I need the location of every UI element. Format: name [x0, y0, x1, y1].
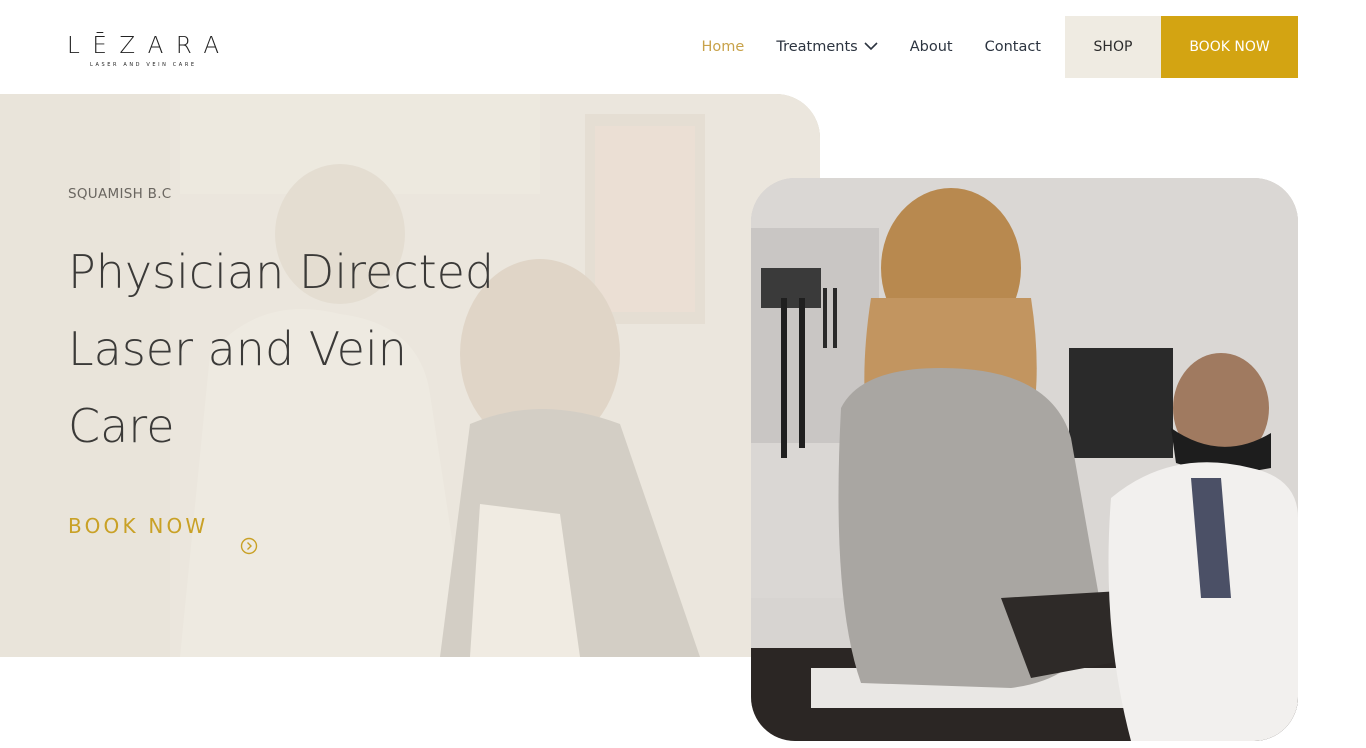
hero-location: SQUAMISH B.C	[68, 186, 172, 202]
shop-button[interactable]: SHOP	[1065, 16, 1161, 78]
main-nav: Home Treatments About Contact SHOP BOOK …	[702, 16, 1298, 78]
hero-title-line-1: Physician Directed	[68, 245, 495, 299]
chevron-down-icon	[864, 42, 878, 51]
nav-home-label: Home	[701, 39, 745, 55]
hero-book-now-link[interactable]: BOOK NOW	[68, 514, 258, 555]
nav-treatments[interactable]: Treatments	[776, 39, 878, 55]
site-header: LĒZARA LASER AND VEIN CARE Home Treatmen…	[0, 0, 1366, 94]
nav-contact-label: Contact	[984, 39, 1041, 55]
brand-tagline: LASER AND VEIN CARE	[90, 62, 197, 68]
clinic-photo	[751, 178, 1298, 741]
nav-about[interactable]: About	[910, 39, 953, 55]
book-now-button[interactable]: BOOK NOW	[1161, 16, 1298, 78]
nav-contact[interactable]: Contact	[985, 39, 1041, 55]
hero-title-line-2: Laser and Vein	[68, 322, 407, 376]
nav-about-label: About	[909, 39, 953, 55]
hero-cta-label: BOOK NOW	[68, 514, 209, 538]
hero-title: Physician Directed Laser and Vein Care	[68, 234, 628, 465]
nav-treatments-label: Treatments	[776, 39, 858, 55]
nav-home[interactable]: Home	[702, 39, 745, 55]
brand-logo[interactable]: LĒZARA LASER AND VEIN CARE	[67, 31, 219, 71]
circle-chevron-right-icon	[241, 537, 258, 555]
brand-name: LĒZARA	[67, 33, 232, 59]
hero-image	[751, 178, 1298, 741]
hero-title-line-3: Care	[68, 399, 175, 453]
